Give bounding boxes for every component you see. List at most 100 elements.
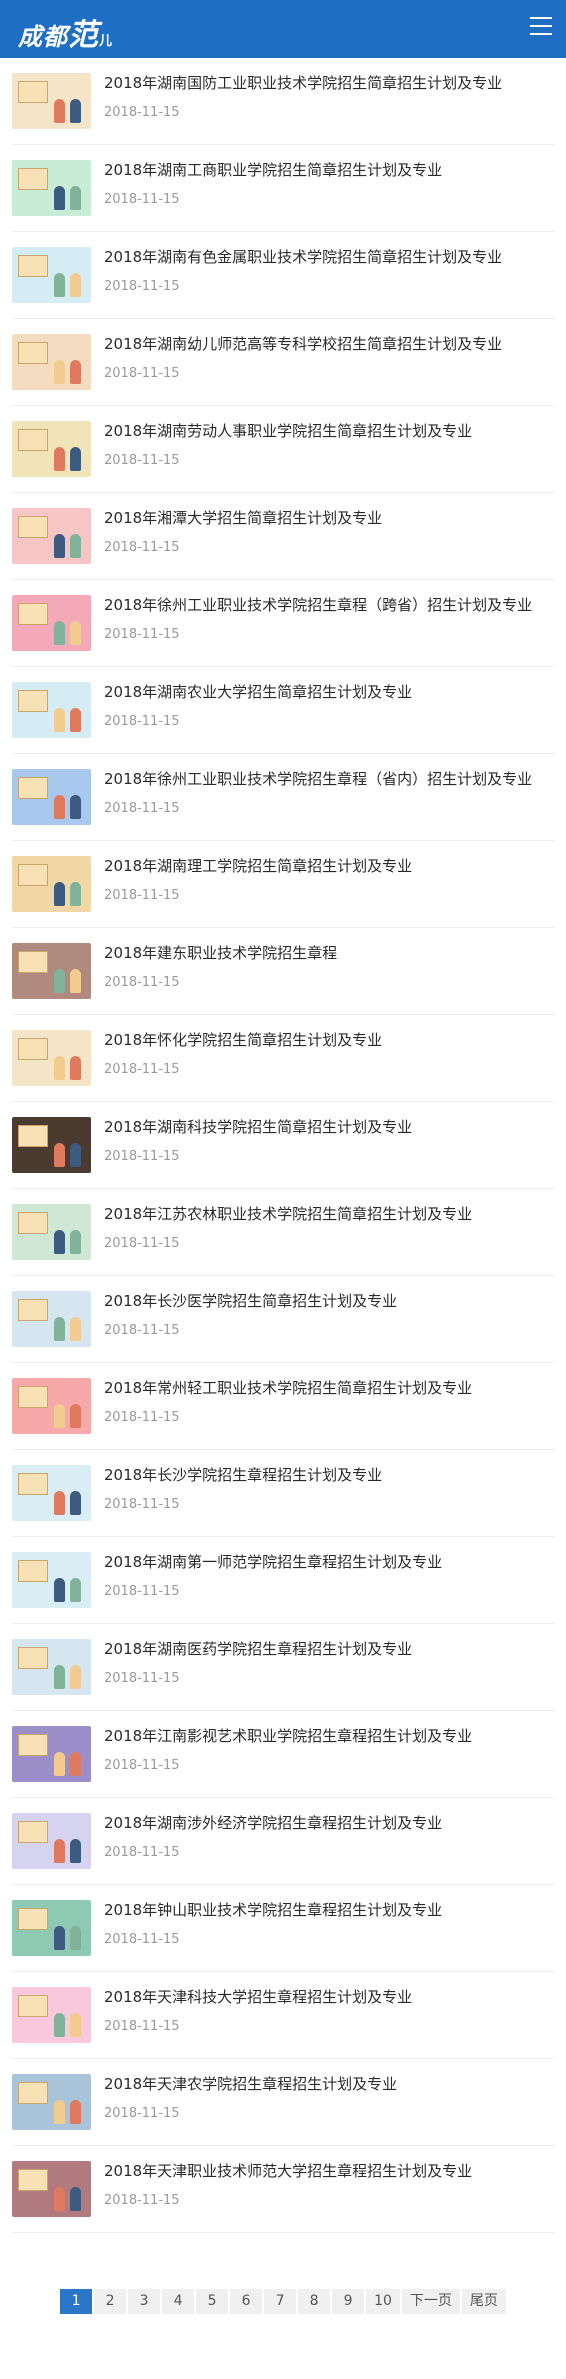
article-title[interactable]: 2018年湖南劳动人事职业学院招生简章招生计划及专业 [104, 421, 554, 442]
list-item[interactable]: 2018年湖南有色金属职业技术学院招生简章招生计划及专业 2018-11-15 [12, 232, 554, 319]
article-list: 2018年湖南国防工业职业技术学院招生简章招生计划及专业 2018-11-15 20… [12, 58, 554, 2233]
list-item[interactable]: 2018年常州轻工职业技术学院招生简章招生计划及专业 2018-11-15 [12, 1363, 554, 1450]
list-item[interactable]: 2018年湖南工商职业学院招生简章招生计划及专业 2018-11-15 [12, 145, 554, 232]
article-thumbnail[interactable] [12, 1117, 91, 1173]
article-thumbnail[interactable] [12, 247, 91, 303]
list-item[interactable]: 2018年天津科技大学招生章程招生计划及专业 2018-11-15 [12, 1972, 554, 2059]
list-item[interactable]: 2018年江苏农林职业技术学院招生简章招生计划及专业 2018-11-15 [12, 1189, 554, 1276]
article-thumbnail[interactable] [12, 1552, 91, 1608]
article-title[interactable]: 2018年江苏农林职业技术学院招生简章招生计划及专业 [104, 1204, 554, 1225]
list-item[interactable]: 2018年钟山职业技术学院招生章程招生计划及专业 2018-11-15 [12, 1885, 554, 1972]
article-thumbnail[interactable] [12, 508, 91, 564]
article-date: 2018-11-15 [104, 1062, 180, 1077]
article-thumbnail[interactable] [12, 1291, 91, 1347]
list-item[interactable]: 2018年天津职业技术师范大学招生章程招生计划及专业 2018-11-15 [12, 2146, 554, 2233]
article-thumbnail[interactable] [12, 73, 91, 129]
article-thumbnail[interactable] [12, 334, 91, 390]
article-thumbnail[interactable] [12, 1378, 91, 1434]
article-title[interactable]: 2018年长沙学院招生章程招生计划及专业 [104, 1465, 554, 1486]
article-date: 2018-11-15 [104, 975, 180, 990]
page-button-8[interactable]: 8 [298, 2289, 331, 2314]
next-page-button[interactable]: 下一页 [401, 2289, 460, 2314]
article-thumbnail[interactable] [12, 2161, 91, 2217]
logo-main-text: 成都 [18, 22, 68, 51]
article-title[interactable]: 2018年湖南国防工业职业技术学院招生简章招生计划及专业 [104, 73, 554, 94]
article-title[interactable]: 2018年长沙医学院招生简章招生计划及专业 [104, 1291, 554, 1312]
list-item[interactable]: 2018年徐州工业职业技术学院招生章程（省内）招生计划及专业 2018-11-15 [12, 754, 554, 841]
article-thumbnail[interactable] [12, 1726, 91, 1782]
list-item[interactable]: 2018年湖南国防工业职业技术学院招生简章招生计划及专业 2018-11-15 [12, 58, 554, 145]
article-thumbnail[interactable] [12, 2074, 91, 2130]
site-logo[interactable]: 成都范儿 [18, 10, 113, 54]
list-item[interactable]: 2018年江南影视艺术职业学院招生章程招生计划及专业 2018-11-15 [12, 1711, 554, 1798]
menu-icon[interactable] [530, 17, 552, 37]
article-title[interactable]: 2018年湖南涉外经济学院招生章程招生计划及专业 [104, 1813, 554, 1834]
list-item[interactable]: 2018年湖南医药学院招生章程招生计划及专业 2018-11-15 [12, 1624, 554, 1711]
list-item[interactable]: 2018年湖南科技学院招生简章招生计划及专业 2018-11-15 [12, 1102, 554, 1189]
article-thumbnail[interactable] [12, 421, 91, 477]
article-thumbnail[interactable] [12, 1639, 91, 1695]
article-title[interactable]: 2018年湖南有色金属职业技术学院招生简章招生计划及专业 [104, 247, 554, 268]
article-date: 2018-11-15 [104, 540, 180, 555]
article-thumbnail[interactable] [12, 1900, 91, 1956]
article-date: 2018-11-15 [104, 1323, 180, 1338]
page-button-4[interactable]: 4 [162, 2289, 195, 2314]
list-item[interactable]: 2018年长沙学院招生章程招生计划及专业 2018-11-15 [12, 1450, 554, 1537]
list-item[interactable]: 2018年湖南涉外经济学院招生章程招生计划及专业 2018-11-15 [12, 1798, 554, 1885]
article-title[interactable]: 2018年湖南科技学院招生简章招生计划及专业 [104, 1117, 554, 1138]
article-thumbnail[interactable] [12, 1465, 91, 1521]
article-title[interactable]: 2018年湖南幼儿师范高等专科学校招生简章招生计划及专业 [104, 334, 554, 355]
article-title[interactable]: 2018年湖南工商职业学院招生简章招生计划及专业 [104, 160, 554, 181]
article-thumbnail[interactable] [12, 1204, 91, 1260]
article-title[interactable]: 2018年湖南农业大学招生简章招生计划及专业 [104, 682, 554, 703]
article-date: 2018-11-15 [104, 366, 180, 381]
article-thumbnail[interactable] [12, 1030, 91, 1086]
list-item[interactable]: 2018年湘潭大学招生简章招生计划及专业 2018-11-15 [12, 493, 554, 580]
article-title[interactable]: 2018年建东职业技术学院招生章程 [104, 943, 554, 964]
page-button-10[interactable]: 10 [366, 2289, 400, 2314]
article-thumbnail[interactable] [12, 1987, 91, 2043]
article-title[interactable]: 2018年徐州工业职业技术学院招生章程（省内）招生计划及专业 [104, 769, 554, 790]
article-thumbnail[interactable] [12, 856, 91, 912]
page-button-6[interactable]: 6 [230, 2289, 263, 2314]
page-button-3[interactable]: 3 [128, 2289, 161, 2314]
list-item[interactable]: 2018年湖南劳动人事职业学院招生简章招生计划及专业 2018-11-15 [12, 406, 554, 493]
article-title[interactable]: 2018年天津职业技术师范大学招生章程招生计划及专业 [104, 2161, 554, 2182]
article-title[interactable]: 2018年湘潭大学招生简章招生计划及专业 [104, 508, 554, 529]
list-item[interactable]: 2018年徐州工业职业技术学院招生章程（跨省）招生计划及专业 2018-11-15 [12, 580, 554, 667]
article-title[interactable]: 2018年天津农学院招生章程招生计划及专业 [104, 2074, 554, 2095]
article-title[interactable]: 2018年钟山职业技术学院招生章程招生计划及专业 [104, 1900, 554, 1921]
list-item[interactable]: 2018年湖南第一师范学院招生章程招生计划及专业 2018-11-15 [12, 1537, 554, 1624]
article-thumbnail[interactable] [12, 160, 91, 216]
article-title[interactable]: 2018年徐州工业职业技术学院招生章程（跨省）招生计划及专业 [104, 595, 554, 616]
article-thumbnail[interactable] [12, 595, 91, 651]
list-item[interactable]: 2018年天津农学院招生章程招生计划及专业 2018-11-15 [12, 2059, 554, 2146]
list-item[interactable]: 2018年湖南理工学院招生简章招生计划及专业 2018-11-15 [12, 841, 554, 928]
article-thumbnail[interactable] [12, 943, 91, 999]
list-item[interactable]: 2018年怀化学院招生简章招生计划及专业 2018-11-15 [12, 1015, 554, 1102]
article-thumbnail[interactable] [12, 1813, 91, 1869]
list-item[interactable]: 2018年湖南农业大学招生简章招生计划及专业 2018-11-15 [12, 667, 554, 754]
article-title[interactable]: 2018年天津科技大学招生章程招生计划及专业 [104, 1987, 554, 2008]
article-title[interactable]: 2018年湖南理工学院招生简章招生计划及专业 [104, 856, 554, 877]
article-thumbnail[interactable] [12, 682, 91, 738]
article-date: 2018-11-15 [104, 1584, 180, 1599]
article-date: 2018-11-15 [104, 453, 180, 468]
article-title[interactable]: 2018年常州轻工职业技术学院招生简章招生计划及专业 [104, 1378, 554, 1399]
page-button-9[interactable]: 9 [332, 2289, 365, 2314]
list-item[interactable]: 2018年湖南幼儿师范高等专科学校招生简章招生计划及专业 2018-11-15 [12, 319, 554, 406]
article-title[interactable]: 2018年湖南第一师范学院招生章程招生计划及专业 [104, 1552, 554, 1573]
article-title[interactable]: 2018年江南影视艺术职业学院招生章程招生计划及专业 [104, 1726, 554, 1747]
list-item[interactable]: 2018年建东职业技术学院招生章程 2018-11-15 [12, 928, 554, 1015]
last-page-button[interactable]: 尾页 [461, 2289, 506, 2314]
article-title[interactable]: 2018年湖南医药学院招生章程招生计划及专业 [104, 1639, 554, 1660]
page-button-7[interactable]: 7 [264, 2289, 297, 2314]
page-button-1[interactable]: 1 [60, 2289, 93, 2314]
article-date: 2018-11-15 [104, 2106, 180, 2121]
page-button-2[interactable]: 2 [94, 2289, 127, 2314]
article-title[interactable]: 2018年怀化学院招生简章招生计划及专业 [104, 1030, 554, 1051]
page-button-5[interactable]: 5 [196, 2289, 229, 2314]
article-thumbnail[interactable] [12, 769, 91, 825]
list-item[interactable]: 2018年长沙医学院招生简章招生计划及专业 2018-11-15 [12, 1276, 554, 1363]
article-date: 2018-11-15 [104, 2019, 180, 2034]
